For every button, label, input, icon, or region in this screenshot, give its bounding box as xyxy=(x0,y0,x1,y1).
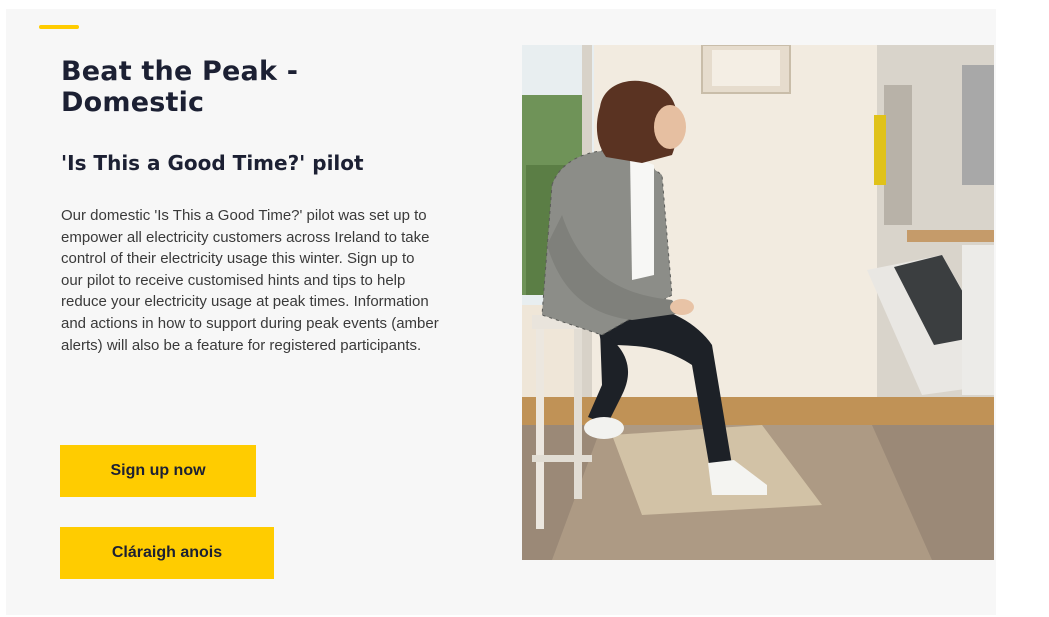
sign-up-button[interactable]: Sign up now xyxy=(60,445,256,497)
section-description: Our domestic 'Is This a Good Time?' pilo… xyxy=(61,207,439,354)
hero-photo xyxy=(522,45,994,560)
claraigh-button[interactable]: Cláraigh anois xyxy=(60,527,274,579)
kitchen-illustration xyxy=(522,45,994,560)
section-subtitle: 'Is This a Good Time?' pilot xyxy=(61,151,364,175)
accent-bar xyxy=(39,25,79,29)
page-title: Beat the Peak - Domestic xyxy=(61,56,299,118)
